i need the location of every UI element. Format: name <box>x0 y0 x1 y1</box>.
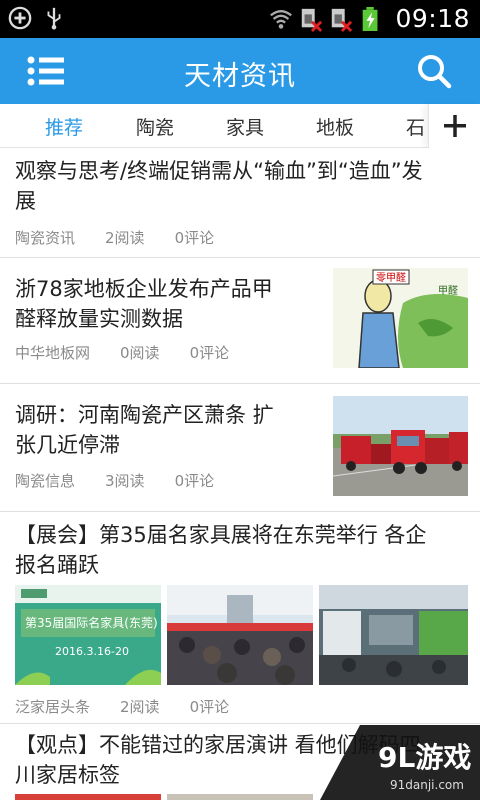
article-title: 调研：河南陶瓷产区萧条 扩 张几近停滞 <box>15 403 274 457</box>
tab-furniture[interactable]: 家具 <box>226 113 264 140</box>
expo-hall-photo <box>167 585 313 685</box>
article-comments: 0评论 <box>174 229 215 247</box>
svg-text:9L游戏: 9L游戏 <box>378 741 471 774</box>
svg-text:91danji.com: 91danji.com <box>390 778 464 792</box>
wifi-icon <box>270 9 293 29</box>
expo-poster-image: 第35届国际名家具(东莞) 2016.3.16-20 <box>15 585 161 685</box>
article-item[interactable]: 观察与思考/终端促销需从“输血”到“造血”发 展 陶瓷资讯 2阅读 0评论 <box>0 148 480 258</box>
article-meta: 中华地板网 0阅读 0评论 <box>15 342 259 363</box>
article-reads: 2阅读 <box>105 229 145 247</box>
article-title: 【展会】第35届名家具展将在东莞举行 各企 报名踊跃 <box>15 523 427 577</box>
article-reads: 2阅读 <box>120 698 160 716</box>
tab-stone[interactable]: 石 <box>406 113 425 140</box>
article-reads: 0阅读 <box>120 344 160 362</box>
article-source: 中华地板网 <box>15 344 91 362</box>
tab-recommend[interactable]: 推荐 <box>45 113 83 140</box>
expo-poster-date: 2016.3.16-20 <box>55 645 129 658</box>
expo-booth-photo <box>319 585 468 685</box>
usb-icon <box>47 7 61 30</box>
article-item[interactable]: 【展会】第35届名家具展将在东莞举行 各企 报名踊跃 第35届国际名家具(东莞)… <box>0 512 480 724</box>
article-item[interactable]: 浙78家地板企业发布产品甲 醛释放量实测数据 中华地板网 0阅读 0评论 零甲醛… <box>0 258 480 384</box>
article-meta: 泛家居头条 2阅读 0评论 <box>15 696 259 717</box>
app-title: 天材资讯 <box>184 61 296 92</box>
article-thumbnail: 零甲醛 甲醛 <box>333 268 468 368</box>
add-circle-icon <box>8 6 32 30</box>
article-reads: 3阅读 <box>105 472 145 490</box>
search-icon[interactable] <box>416 53 452 89</box>
article-title: 浙78家地板企业发布产品甲 醛释放量实测数据 <box>15 277 273 331</box>
battery-charging-icon <box>363 6 378 31</box>
article-title: 观察与思考/终端促销需从“输血”到“造血”发 展 <box>15 159 423 213</box>
tab-ceramics[interactable]: 陶瓷 <box>136 113 174 140</box>
thumb-label-formaldehyde-free: 零甲醛 <box>376 271 406 284</box>
watermark-logo: 9L游戏 91danji.com <box>320 725 480 800</box>
article-source: 泛家居头条 <box>15 698 91 716</box>
article-comments: 0评论 <box>174 472 215 490</box>
sim-card-1-icon <box>302 8 323 32</box>
app-bar: 天材资讯 <box>0 38 480 104</box>
article-source: 陶瓷信息 <box>15 472 76 490</box>
thumb-label-formaldehyde: 甲醛 <box>438 284 458 297</box>
tab-flooring[interactable]: 地板 <box>316 113 354 140</box>
sim-card-2-icon <box>332 8 353 32</box>
status-time: 09:18 <box>395 4 470 33</box>
article-meta: 陶瓷信息 3阅读 0评论 <box>15 470 244 491</box>
add-category-button[interactable] <box>428 104 480 148</box>
status-bar: 09:18 <box>0 0 480 38</box>
article-thumbnail <box>167 794 313 800</box>
expo-poster-headline: 第35届国际名家具(东莞) <box>25 615 158 630</box>
article-item[interactable]: 调研：河南陶瓷产区萧条 扩 张几近停滞 陶瓷信息 3阅读 0评论 <box>0 384 480 512</box>
article-thumbnail <box>15 794 161 800</box>
article-source: 陶瓷资讯 <box>15 229 76 247</box>
article-comments: 0评论 <box>189 344 230 362</box>
article-meta: 陶瓷资讯 2阅读 0评论 <box>15 227 244 248</box>
category-tabs: 推荐 陶瓷 家具 地板 石 <box>0 104 480 148</box>
article-thumbnail <box>333 396 468 496</box>
plus-icon <box>444 115 466 137</box>
article-comments: 0评论 <box>189 698 230 716</box>
